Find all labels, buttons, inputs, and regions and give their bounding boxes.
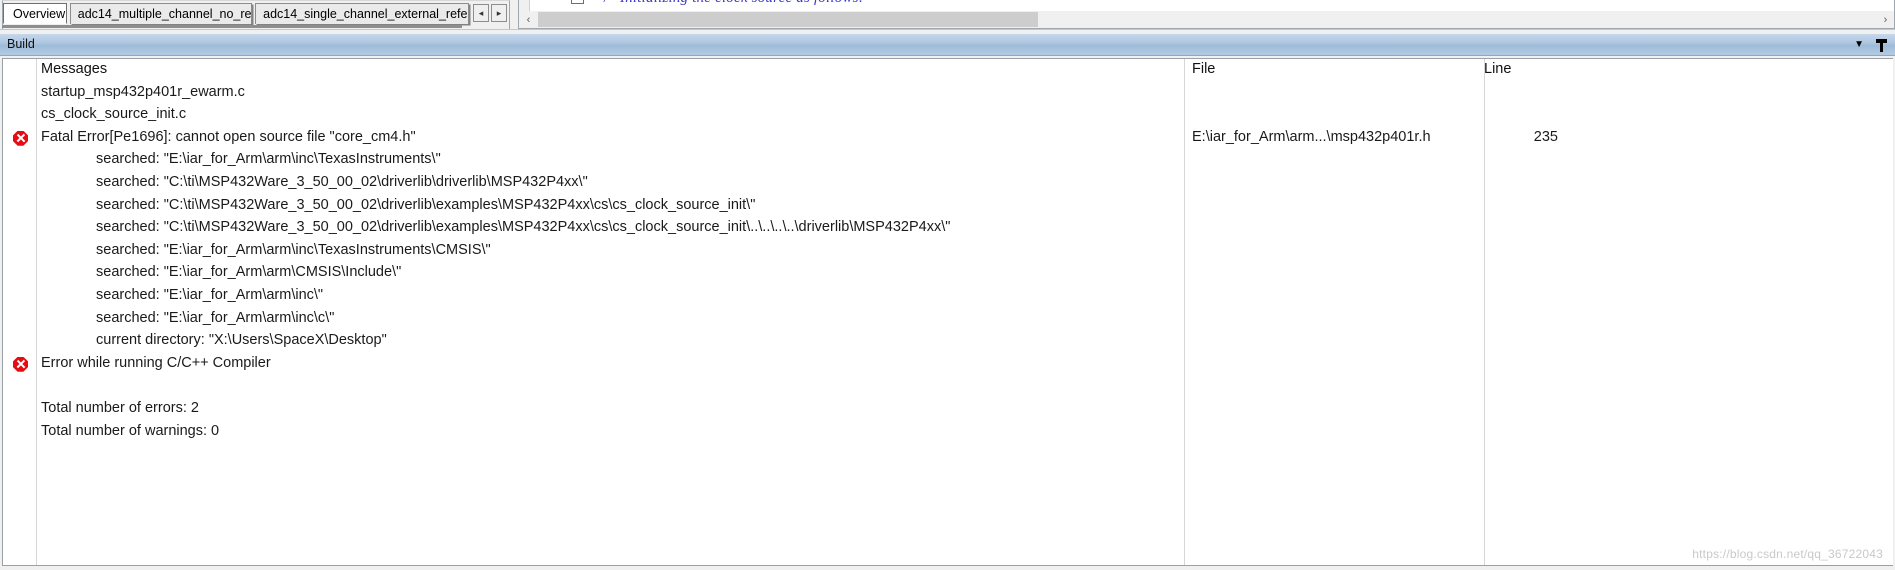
message-text: Fatal Error[Pe1696]: cannot open source … <box>41 128 416 145</box>
message-row[interactable]: searched: "E:\iar_for_Arm\arm\CMSIS\Incl… <box>3 262 1893 285</box>
tab-scroll-controls[interactable]: ◂ ▸ <box>473 4 509 22</box>
message-text: searched: "E:\iar_for_Arm\arm\CMSIS\Incl… <box>96 264 402 281</box>
message-row[interactable]: Total number of warnings: 0 <box>3 421 1893 444</box>
message-text: searched: "E:\iar_for_Arm\arm\inc\TexasI… <box>96 151 441 168</box>
scroll-right-icon[interactable]: › <box>1877 12 1894 28</box>
message-row[interactable]: startup_msp432p401r_ewarm.c <box>3 82 1893 105</box>
build-panel-title: Build <box>7 37 35 51</box>
scrollbar-thumb[interactable] <box>538 12 1038 27</box>
error-octagon-x-icon <box>13 356 28 372</box>
code-editor-pane[interactable]: /* Initializing the clock source as foll… <box>518 0 1895 29</box>
message-text: Total number of warnings: 0 <box>41 422 220 439</box>
scroll-left-icon[interactable]: ‹ <box>520 12 537 28</box>
bookmark-icon <box>571 0 584 4</box>
message-text: startup_msp432p401r_ewarm.c <box>41 83 245 100</box>
scrollbar-track[interactable] <box>1038 12 1877 27</box>
message-row[interactable]: searched: "C:\ti\MSP432Ware_3_50_00_02\d… <box>3 195 1893 218</box>
column-header-line: Line <box>1484 61 1512 77</box>
column-header-messages: Messages <box>41 61 108 77</box>
build-message-list[interactable]: Messages File Line startup_msp432p401r_ewar… <box>2 58 1893 566</box>
tab-label: adc14_single_channel_external_reference <box>263 7 468 21</box>
message-text: searched: "E:\iar_for_Arm\arm\inc\TexasI… <box>96 241 491 258</box>
ide-window: Overview adc14_multiple_channel_no_repea… <box>0 0 1895 570</box>
message-text: Total number of errors: 2 <box>41 399 199 416</box>
message-row[interactable]: Total number of errors: 2 <box>3 398 1893 421</box>
editor-code-line: /* Initializing the clock source as foll… <box>604 0 864 7</box>
message-row[interactable]: searched: "E:\iar_for_Arm\arm\inc\" <box>3 285 1893 308</box>
tab-label: adc14_multiple_channel_no_repeat <box>77 7 252 21</box>
message-row[interactable]: current directory: "X:\Users\SpaceX\Desk… <box>3 330 1893 353</box>
message-text: searched: "C:\ti\MSP432Ware_3_50_00_02\d… <box>96 219 951 236</box>
top-strip: Overview adc14_multiple_channel_no_repea… <box>0 0 1895 30</box>
build-panel-titlebar: Build ▼ <box>0 34 1895 56</box>
watermark: https://blog.csdn.net/qq_36722043 <box>1692 547 1883 561</box>
tab-adc14-single-channel-external-reference[interactable]: adc14_single_channel_external_reference <box>255 3 469 24</box>
message-text: cs_clock_source_init.c <box>41 106 187 123</box>
tab-scroll-next-icon[interactable]: ▸ <box>491 4 507 22</box>
tab-adc14-multiple-channel-no-repeat[interactable]: adc14_multiple_channel_no_repeat <box>69 3 253 24</box>
build-panel-controls[interactable]: ▼ <box>1854 34 1887 56</box>
message-row[interactable]: searched: "E:\iar_for_Arm\arm\inc\TexasI… <box>3 149 1893 172</box>
tab-overview[interactable]: Overview <box>3 3 67 24</box>
message-line: 235 <box>1533 128 1558 145</box>
tab-bar-underline <box>2 25 462 28</box>
message-text: searched: "C:\ti\MSP432Ware_3_50_00_02\d… <box>96 196 756 213</box>
message-row[interactable] <box>3 375 1893 398</box>
tab-scroll-prev-icon[interactable]: ◂ <box>473 4 489 22</box>
message-text: current directory: "X:\Users\SpaceX\Desk… <box>96 332 387 349</box>
message-row[interactable]: searched: "C:\ti\MSP432Ware_3_50_00_02\d… <box>3 172 1893 195</box>
message-row[interactable]: Fatal Error[Pe1696]: cannot open source … <box>3 127 1893 150</box>
tab-label: Overview <box>13 7 66 21</box>
message-text: searched: "E:\iar_for_Arm\arm\inc\c\" <box>96 309 335 326</box>
message-text: searched: "C:\ti\MSP432Ware_3_50_00_02\d… <box>96 173 588 190</box>
message-text: searched: "E:\iar_for_Arm\arm\inc\" <box>96 286 324 303</box>
error-icon <box>13 130 28 146</box>
message-rows-container: Messages File Line startup_msp432p401r_ewar… <box>3 59 1893 443</box>
message-row[interactable]: cs_clock_source_init.c <box>3 104 1893 127</box>
editor-horizontal-scrollbar[interactable]: ‹ › <box>520 11 1894 28</box>
chevron-down-icon[interactable]: ▼ <box>1854 40 1864 50</box>
column-header-file: File <box>1192 61 1216 77</box>
message-row[interactable]: searched: "E:\iar_for_Arm\arm\inc\TexasI… <box>3 240 1893 263</box>
message-row[interactable]: searched: "C:\ti\MSP432Ware_3_50_00_02\d… <box>3 217 1893 240</box>
message-row[interactable]: searched: "E:\iar_for_Arm\arm\inc\c\" <box>3 308 1893 331</box>
message-list-header: Messages File Line <box>3 59 1893 82</box>
error-icon <box>13 356 28 372</box>
message-file: E:\iar_for_Arm\arm...\msp432p401r.h <box>1192 128 1431 145</box>
message-text: Error while running C/C++ Compiler <box>41 354 271 371</box>
pin-icon[interactable] <box>1876 38 1887 52</box>
error-octagon-x-icon <box>13 130 28 146</box>
message-row[interactable]: Error while running C/C++ Compiler <box>3 353 1893 376</box>
